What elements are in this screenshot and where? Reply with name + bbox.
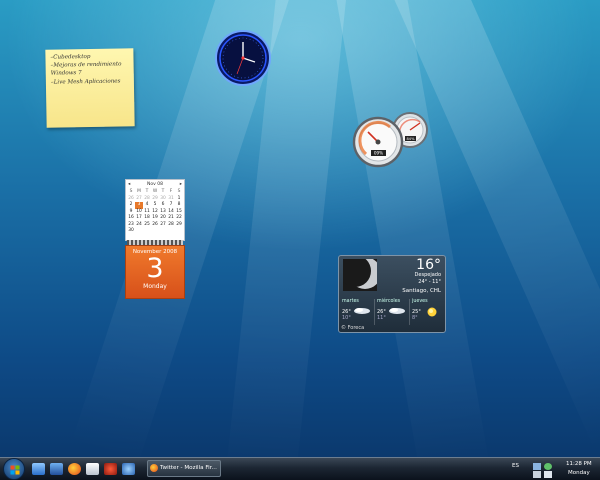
calendar-month-header: Nov 08 [147, 182, 163, 187]
calendar-grid: S M T W T F S 26 27 28 29 30 31 1 2 3 4 5 6 7 8 9 10 11 12 13 14 15… [126, 189, 184, 235]
forecast-day-name: martes [342, 299, 359, 304]
network-icon[interactable] [533, 463, 541, 470]
weather-forecast: martes 26° 10° miércoles 26° 11° jueves … [340, 299, 444, 325]
calendar-gadget[interactable]: ◂ Nov 08 ▸ S M T W T F S 26 27 28 29 30 31 1 2 3 4 5 6 7 8 9 1… [125, 179, 185, 299]
next-month-arrow-icon[interactable]: ▸ [180, 182, 182, 187]
sun-icon [427, 307, 437, 317]
forecast-day: jueves 25° 8° [410, 299, 444, 325]
taskbar-clock-time[interactable]: 11:28 PM [566, 461, 592, 467]
calendar-day-cell [135, 228, 143, 235]
cpu-percent: 09% [374, 151, 383, 156]
calendar-day-number: 3 [146, 253, 164, 284]
temperature-range: 24° - 11° [418, 279, 441, 285]
current-temperature: 16° [416, 257, 441, 273]
forecast-day: martes 26° 10° [340, 299, 375, 325]
mail-icon[interactable] [86, 463, 99, 475]
forecast-day-name: miércoles [377, 299, 401, 304]
firefox-icon [150, 464, 158, 472]
sticky-note-line: –Live Mesh Aplicaciones [50, 78, 121, 86]
ram-percent: 84% [407, 137, 416, 141]
taskbar-clock-day[interactable]: Monday [568, 470, 590, 476]
firefox-icon[interactable] [68, 463, 81, 475]
weather-condition: Despejado [414, 272, 441, 278]
messenger-tray-icon[interactable] [544, 463, 552, 470]
weather-source: © Foreca [341, 325, 365, 331]
language-indicator[interactable]: ES [512, 463, 519, 469]
sticky-note-gadget[interactable]: –Cubedesktop –Mejoras de rendimiento Win… [45, 48, 135, 128]
calendar-day-cell [175, 228, 183, 235]
forecast-day: miércoles 26° 11° [375, 299, 410, 325]
cpu-meter-gadget[interactable]: 09% 84% [350, 110, 438, 170]
calendar-nav: ◂ Nov 08 ▸ [126, 180, 184, 189]
app-icon[interactable] [104, 463, 117, 475]
taskbar: Twitter - Mozilla Fir... ES 11:28 PM Mon… [0, 457, 600, 480]
taskbar-window-label: Twitter - Mozilla Fir... [160, 465, 217, 471]
taskbar-window-button[interactable]: Twitter - Mozilla Fir... [147, 460, 221, 477]
cloudy-icon [354, 308, 370, 314]
show-desktop-icon[interactable] [32, 463, 45, 475]
calendar-day-cell [151, 228, 159, 235]
weather-city: Santiago, CHL [402, 288, 441, 294]
forecast-day-name: jueves [412, 299, 428, 304]
forecast-low: 10° [342, 315, 351, 321]
messenger-icon[interactable] [122, 463, 135, 475]
calendar-month-view: ◂ Nov 08 ▸ S M T W T F S 26 27 28 29 30 31 1 2 3 4 5 6 7 8 9 1… [125, 179, 185, 241]
moon-icon [343, 259, 377, 291]
sync-icon[interactable] [533, 471, 541, 478]
windows-logo-icon [10, 465, 20, 475]
previous-month-arrow-icon[interactable]: ◂ [128, 182, 130, 187]
switch-windows-icon[interactable] [50, 463, 63, 475]
cloudy-icon [389, 308, 405, 314]
calendar-day-view: November 2008 3 Monday [125, 245, 185, 299]
start-button[interactable] [3, 458, 25, 480]
calendar-day-cell[interactable]: 30 [127, 228, 135, 235]
calendar-day-cell [159, 228, 167, 235]
clock-gadget[interactable] [215, 30, 271, 86]
calendar-day-cell [143, 228, 151, 235]
calendar-day-cell [167, 228, 175, 235]
forecast-low: 11° [377, 315, 386, 321]
volume-icon[interactable] [544, 471, 552, 478]
calendar-day-name: Monday [143, 283, 167, 290]
weather-gadget[interactable]: 16° Despejado 24° - 11° Santiago, CHL ma… [338, 255, 446, 333]
